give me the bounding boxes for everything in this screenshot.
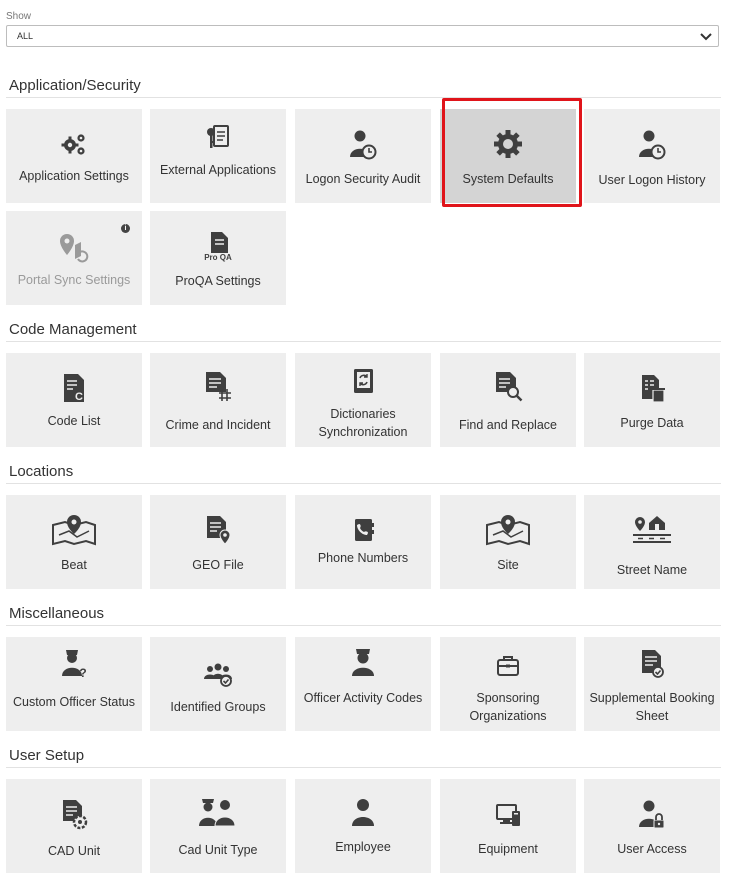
tile-street-name[interactable]: Street Name [584, 495, 720, 589]
tile-label: User Logon History [598, 173, 706, 187]
tile-label: Beat [61, 558, 87, 572]
svg-text:C: C [75, 391, 83, 403]
officers-icon [199, 799, 236, 827]
tile-external-applications[interactable]: External Applications [150, 109, 286, 203]
street-house-icon [633, 516, 671, 543]
tile-label: Phone Numbers [317, 551, 409, 565]
gears-icon [61, 134, 85, 155]
section-title-locations: Locations [9, 463, 74, 480]
document-gear-icon [63, 800, 88, 830]
computer-icon [496, 804, 520, 826]
tile-label: Street Name [616, 563, 688, 577]
tile-cad-unit[interactable]: CAD Unit [6, 779, 142, 873]
tile-label: Portal Sync Settings [17, 273, 131, 287]
user-clock-icon [639, 130, 666, 160]
tile-geo-file[interactable]: GEO File [150, 495, 286, 589]
tile-phone-numbers[interactable]: Phone Numbers [295, 495, 431, 589]
chevron-down-icon [700, 33, 712, 41]
section-title-code-management: Code Management [9, 321, 137, 338]
section-divider [6, 625, 721, 626]
user-clock-icon [350, 130, 377, 160]
map-pin-icon [52, 515, 96, 546]
users-group-check-icon [204, 663, 232, 687]
tile-beat[interactable]: Beat [6, 495, 142, 589]
info-icon[interactable]: i [121, 224, 130, 233]
map-sync-icon [60, 234, 89, 263]
tile-label: Officer Activity Codes [303, 691, 423, 705]
tile-purge-data[interactable]: Purge Data [584, 353, 720, 447]
tile-label: Supplemental Booking Sheet [589, 691, 715, 723]
tile-label: System Defaults [462, 172, 554, 186]
tile-label: ProQA Settings [175, 274, 261, 288]
tile-label: Site [497, 558, 519, 572]
tile-sponsoring-organizations[interactable]: Sponsoring Organizations [440, 637, 576, 731]
tile-dictionaries-synchronization[interactable]: Dictionaries Synchronization [295, 353, 431, 447]
tile-identified-groups[interactable]: Identified Groups [150, 637, 286, 731]
svg-text:?: ? [79, 666, 86, 679]
tile-system-defaults[interactable]: System Defaults [440, 109, 576, 203]
tile-logon-security-audit[interactable]: Logon Security Audit [295, 109, 431, 203]
map-pin-icon [486, 515, 530, 546]
officer-icon [352, 649, 374, 676]
officer-question-icon: ? [62, 650, 87, 679]
tile-label: Employee [335, 840, 391, 854]
proqa-document-icon: Pro QA [204, 232, 232, 262]
tile-user-logon-history[interactable]: User Logon History [584, 109, 720, 203]
document-search-icon [496, 372, 523, 402]
tile-equipment[interactable]: Equipment [440, 779, 576, 873]
show-select-value: ALL [17, 31, 34, 41]
book-sync-icon [354, 369, 373, 393]
tile-cad-unit-type[interactable]: Cad Unit Type [150, 779, 286, 873]
tile-officer-activity-codes[interactable]: Officer Activity Codes [295, 637, 431, 731]
tile-label: Find and Replace [459, 418, 557, 432]
key-document-icon [207, 125, 229, 148]
tile-label: Logon Security Audit [305, 172, 421, 186]
tile-label: User Access [617, 842, 687, 856]
tile-find-and-replace[interactable]: Find and Replace [440, 353, 576, 447]
section-divider [6, 483, 721, 484]
tile-label: CAD Unit [47, 844, 101, 858]
tile-label: Identified Groups [170, 700, 266, 714]
document-trash-icon [642, 375, 665, 403]
tile-label: Purge Data [620, 416, 684, 430]
document-pin-icon [207, 516, 231, 545]
hash-document-icon [206, 372, 231, 401]
section-title-application-security: Application/Security [9, 77, 141, 94]
user-icon [352, 799, 374, 826]
tile-application-settings[interactable]: Application Settings [6, 109, 142, 203]
tile-label: Sponsoring Organizations [469, 691, 547, 723]
show-select[interactable]: ALL [6, 25, 719, 47]
tile-employee[interactable]: Employee [295, 779, 431, 873]
tile-label: External Applications [159, 163, 277, 177]
tile-code-list[interactable]: C Code List [6, 353, 142, 447]
tile-label: Equipment [478, 842, 538, 856]
tile-label: Code List [47, 414, 101, 428]
briefcase-icon [497, 656, 519, 676]
tile-label: Application Settings [19, 169, 129, 183]
section-divider [6, 97, 721, 98]
tile-label: Dictionaries Synchronization [318, 407, 408, 439]
tile-user-access[interactable]: User Access [584, 779, 720, 873]
tile-crime-and-incident[interactable]: Crime and Incident [150, 353, 286, 447]
code-list-icon: C [64, 374, 84, 403]
tile-proqa-settings[interactable]: Pro QA ProQA Settings [150, 211, 286, 305]
document-check-icon [642, 650, 664, 678]
tile-label: Crime and Incident [165, 418, 271, 432]
show-label: Show [6, 11, 32, 22]
tile-custom-officer-status[interactable]: ? Custom Officer Status [6, 637, 142, 731]
tile-label: Cad Unit Type [178, 843, 258, 857]
phone-book-icon [355, 519, 374, 541]
tile-portal-sync-settings[interactable]: i Portal Sync Settings [6, 211, 142, 305]
section-divider [6, 767, 721, 768]
tile-site[interactable]: Site [440, 495, 576, 589]
tile-supplemental-booking-sheet[interactable]: Supplemental Booking Sheet [584, 637, 720, 731]
user-lock-icon [639, 800, 665, 829]
section-title-user-setup: User Setup [9, 747, 85, 764]
tile-label: Custom Officer Status [12, 695, 136, 709]
section-title-miscellaneous: Miscellaneous [9, 605, 105, 622]
section-divider [6, 341, 721, 342]
gear-icon [494, 130, 522, 158]
tile-label: GEO File [192, 558, 244, 572]
svg-text:Pro QA: Pro QA [204, 253, 232, 262]
